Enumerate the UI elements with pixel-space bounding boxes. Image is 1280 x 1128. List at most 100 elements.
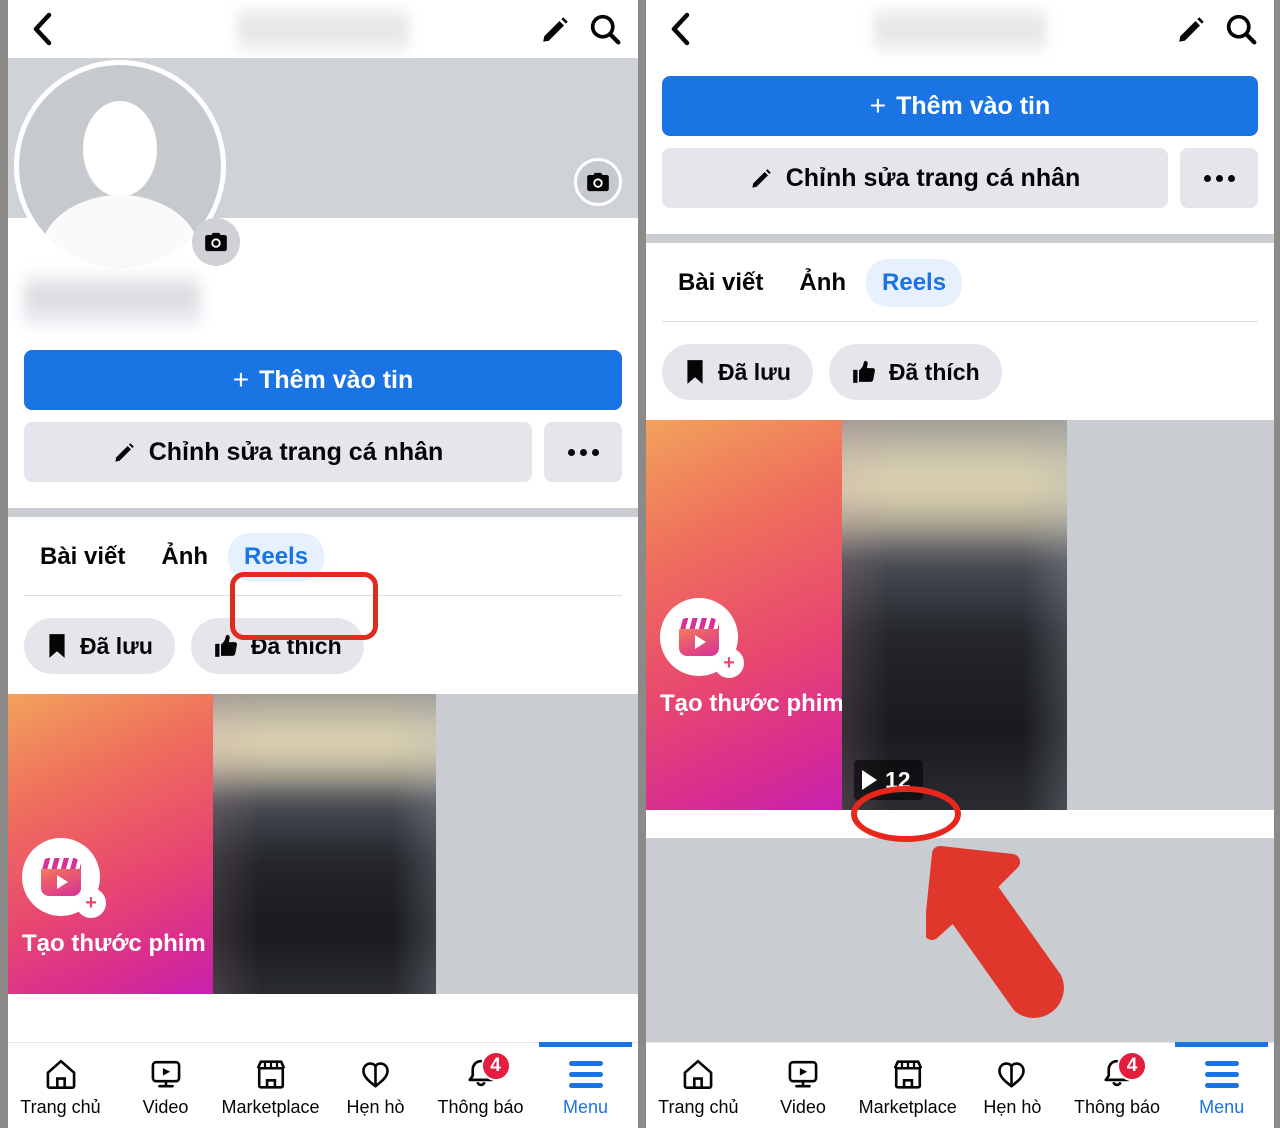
create-reel-card[interactable]: + Tạo thước phim xyxy=(646,420,844,810)
nav-marketplace[interactable]: Marketplace xyxy=(855,1043,960,1128)
nav-label: Video xyxy=(142,1097,189,1117)
nav-trang-chu[interactable]: Trang chủ xyxy=(8,1043,113,1128)
tab-anh[interactable]: Ảnh xyxy=(783,259,862,307)
dating-hearts-icon xyxy=(361,1062,389,1088)
reels-grid-right: + Tạo thước phim 12 xyxy=(646,420,1274,810)
create-reel-label: Tạo thước phim xyxy=(22,930,206,957)
nav-hen-ho[interactable]: Hẹn hò xyxy=(960,1043,1065,1128)
chip-da-thich[interactable]: Đã thích xyxy=(828,344,1002,400)
edit-button[interactable] xyxy=(1176,13,1208,45)
create-reel-badge: + xyxy=(660,598,744,678)
dating-hearts-icon xyxy=(998,1062,1026,1088)
profile-tabs-right: Bài viết Ảnh Reels xyxy=(646,243,1274,321)
avatar-body-shape xyxy=(40,195,200,267)
nav-label: Marketplace xyxy=(221,1097,320,1117)
nav-thong-bao[interactable]: 4 Thông báo xyxy=(428,1043,533,1128)
nav-hen-ho[interactable]: Hẹn hò xyxy=(323,1043,428,1128)
search-button[interactable] xyxy=(1224,12,1258,46)
add-to-story-button[interactable]: + Thêm vào tin xyxy=(24,350,622,410)
chip-da-thich[interactable]: Đã thích xyxy=(190,618,364,674)
app-bar-right xyxy=(646,0,1274,58)
nav-video[interactable]: Video xyxy=(751,1043,856,1128)
reel-thumbnail[interactable]: 12 xyxy=(842,420,1067,810)
tab-reels[interactable]: Reels xyxy=(228,533,325,581)
dot-icon xyxy=(579,448,587,456)
profile-action-row: Chỉnh sửa trang cá nhân xyxy=(662,148,1258,208)
dot-icon xyxy=(1227,174,1235,182)
pencil-icon xyxy=(115,443,134,462)
chip-da-luu[interactable]: Đã lưu xyxy=(662,344,813,400)
reel-play-count-badge: 12 xyxy=(854,760,923,800)
back-chevron-icon xyxy=(671,12,690,46)
edit-button[interactable] xyxy=(540,13,572,45)
avatar-wrapper xyxy=(14,60,240,272)
profile-action-row: Chỉnh sửa trang cá nhân xyxy=(24,422,622,482)
nav-trang-chu[interactable]: Trang chủ xyxy=(646,1043,751,1128)
video-icon xyxy=(151,1060,180,1088)
avatar-camera-button[interactable] xyxy=(192,218,240,266)
nav-label: Menu xyxy=(1199,1097,1245,1117)
search-button[interactable] xyxy=(588,12,622,46)
tab-bai-viet[interactable]: Bài viết xyxy=(24,533,141,581)
avatar-head-shape xyxy=(83,101,157,197)
camera-icon xyxy=(205,232,227,252)
plus-icon: + xyxy=(76,888,106,918)
page-background xyxy=(646,838,1274,1042)
chip-label: Đã thích xyxy=(250,632,342,659)
chip-da-luu[interactable]: Đã lưu xyxy=(24,618,175,674)
back-button[interactable] xyxy=(662,12,696,46)
pencil-icon xyxy=(543,17,568,42)
dot-icon xyxy=(591,448,599,456)
more-options-button[interactable] xyxy=(544,422,622,482)
edit-profile-button[interactable]: Chỉnh sửa trang cá nhân xyxy=(24,422,532,482)
bottom-nav-right: Trang chủ Video Marketplace Hẹn hò 4 Thô… xyxy=(646,1042,1274,1128)
right-phone-screen: + Thêm vào tin Chỉnh sửa trang cá nhân B… xyxy=(646,0,1274,1128)
left-phone-screen: + Thêm vào tin Chỉnh sửa trang cá nhân B… xyxy=(8,0,638,1128)
nav-label: Trang chủ xyxy=(20,1097,101,1117)
hamburger-icon xyxy=(568,1060,603,1088)
cover-photo-camera-button[interactable] xyxy=(574,158,622,206)
thumbs-up-icon xyxy=(853,360,875,383)
chip-label: Đã lưu xyxy=(80,632,153,659)
section-divider xyxy=(8,508,638,517)
home-icon xyxy=(46,1059,75,1090)
nav-menu[interactable]: Menu xyxy=(1169,1042,1274,1128)
app-bar-actions xyxy=(1176,12,1258,46)
nav-video[interactable]: Video xyxy=(113,1043,218,1128)
reels-grid-left: + Tạo thước phim xyxy=(8,694,638,994)
hamburger-icon xyxy=(1204,1060,1239,1088)
play-icon xyxy=(862,770,877,790)
nav-label: Marketplace xyxy=(858,1097,957,1117)
more-options-button[interactable] xyxy=(1180,148,1258,208)
page-title xyxy=(874,6,1046,52)
dot-icon xyxy=(567,448,575,456)
nav-thong-bao[interactable]: 4 Thông báo xyxy=(1065,1043,1170,1128)
add-to-story-button[interactable]: + Thêm vào tin xyxy=(662,76,1258,136)
dot-icon xyxy=(1215,174,1223,182)
reel-thumbnail[interactable] xyxy=(213,694,436,994)
tab-reels[interactable]: Reels xyxy=(866,259,963,307)
home-icon xyxy=(683,1059,713,1090)
nav-label: Menu xyxy=(562,1097,609,1117)
nav-label: Thông báo xyxy=(1073,1097,1161,1117)
plus-icon: + xyxy=(869,90,887,121)
back-button[interactable] xyxy=(24,12,58,46)
bookmark-icon xyxy=(49,634,65,658)
profile-name xyxy=(24,272,200,328)
nav-marketplace[interactable]: Marketplace xyxy=(218,1043,323,1128)
section-divider xyxy=(646,234,1274,243)
thumbs-up-icon xyxy=(215,634,237,657)
nav-menu[interactable]: Menu xyxy=(533,1042,638,1128)
edit-profile-label: Chỉnh sửa trang cá nhân xyxy=(148,437,444,466)
pencil-icon xyxy=(752,169,771,188)
tab-bai-viet[interactable]: Bài viết xyxy=(662,259,779,307)
dot-icon xyxy=(1203,174,1211,182)
panel-separator xyxy=(638,0,646,1128)
tab-anh[interactable]: Ảnh xyxy=(145,533,224,581)
edit-profile-button[interactable]: Chỉnh sửa trang cá nhân xyxy=(662,148,1168,208)
add-to-story-label: Thêm vào tin xyxy=(896,91,1051,120)
profile-body-right: + Thêm vào tin Chỉnh sửa trang cá nhân xyxy=(646,76,1274,208)
nav-label: Video xyxy=(780,1097,826,1117)
video-icon xyxy=(788,1060,818,1088)
create-reel-card[interactable]: + Tạo thước phim xyxy=(8,694,213,994)
